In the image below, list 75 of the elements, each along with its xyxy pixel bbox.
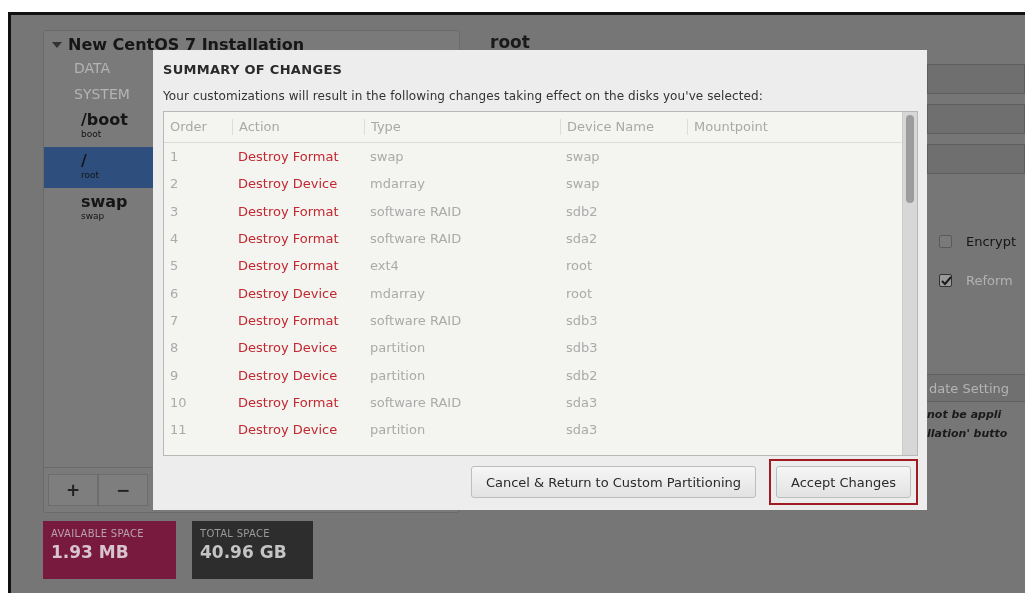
table-cell-text: Destroy Device (237, 285, 339, 301)
table-cell-text: software RAID (369, 312, 463, 328)
toolbar-button[interactable]: + (48, 474, 98, 506)
table-cell-text: Destroy Format (237, 231, 340, 247)
table-cell-text: swap (565, 149, 601, 165)
table-cell-text: software RAID (369, 203, 463, 219)
note-text: not be appli (927, 408, 1003, 421)
update-settings-button[interactable]: date Setting (927, 374, 1025, 402)
table-cell-text: software RAID (369, 394, 463, 410)
column-header[interactable]: Action (232, 119, 364, 135)
table-cell-text: 2 (169, 176, 180, 192)
table-cell-text: root (565, 285, 594, 301)
group-label: DATA (74, 60, 111, 76)
table-cell-text: swap (565, 176, 601, 192)
input-field[interactable] (927, 144, 1025, 174)
column-header[interactable]: Order (164, 119, 232, 135)
table-cell-text: 5 (169, 258, 180, 274)
table-cell-text: mdarray (369, 285, 426, 301)
table-cell-text: Destroy Format (237, 149, 340, 165)
table-cell-text: 3 (169, 203, 180, 219)
table-cell-text: 6 (169, 285, 180, 301)
space-label: TOTAL SPACE (200, 528, 271, 539)
table-cell-text: Destroy Device (237, 422, 339, 438)
column-header[interactable]: Device Name (560, 119, 687, 135)
table-cell-text: Destroy Device (237, 367, 339, 383)
table-cell-text: sdb3 (565, 340, 599, 356)
column-header[interactable]: Type (364, 119, 560, 135)
table-cell-text: ext4 (369, 258, 400, 274)
table-cell-text: partition (369, 340, 427, 356)
table-cell-text: 10 (169, 394, 188, 410)
toolbar-button[interactable]: − (98, 474, 148, 506)
table-cell-text: 4 (169, 231, 180, 247)
table-cell-text: Destroy Device (237, 340, 339, 356)
table-cell-text: Destroy Device (237, 176, 339, 192)
note-text: llation' butto (927, 427, 1009, 440)
tree-title[interactable]: New CentOS 7 Installation (68, 35, 305, 54)
table-cell-text: software RAID (369, 231, 463, 247)
space-value: 40.96 GB (200, 542, 288, 562)
dialog-description: Your customizations will result in the following changes taking effect on the disks you've selected: (163, 89, 764, 103)
table-cell-text: sda3 (565, 394, 599, 410)
dialog-button[interactable]: Accept Changes (776, 466, 911, 498)
table-cell-text: sdb2 (565, 203, 599, 219)
table-cell-text: root (565, 258, 594, 274)
space-label: AVAILABLE SPACE (51, 528, 145, 539)
dialog-button[interactable]: Cancel & Return to Custom Partitioning (470, 466, 756, 498)
table-cell-text: Destroy Format (237, 394, 340, 410)
table-cell-text: 8 (169, 340, 180, 356)
table-cell-text: sda3 (565, 422, 599, 438)
dialog-title: SUMMARY OF CHANGES (163, 62, 344, 77)
table-cell-text: sdb3 (565, 312, 599, 328)
checkbox[interactable] (939, 274, 952, 287)
expander-icon[interactable] (52, 41, 62, 48)
scrollbar[interactable] (902, 112, 917, 455)
group-label: SYSTEM (74, 86, 130, 102)
partition-heading: root (490, 32, 531, 52)
table-cell-text: 9 (169, 367, 180, 383)
input-field[interactable] (927, 64, 1025, 94)
table-cell-text: 1 (169, 149, 180, 165)
table-cell-text: sdb2 (565, 367, 599, 383)
table-cell-text: Destroy Format (237, 312, 340, 328)
table-cell-text: Destroy Format (237, 258, 340, 274)
scrollbar-thumb[interactable] (906, 115, 914, 203)
table-cell-text: swap (369, 149, 405, 165)
space-value: 1.93 MB (51, 542, 130, 562)
table-cell-text: 7 (169, 312, 180, 328)
table-cell-text: partition (369, 367, 427, 383)
table-cell-text: Destroy Format (237, 203, 340, 219)
input-field[interactable] (927, 104, 1025, 134)
table-cell-text: partition (369, 422, 427, 438)
checkbox-label: Encrypt (966, 234, 1016, 249)
table-cell-text: mdarray (369, 176, 426, 192)
table-cell-text: sda2 (565, 231, 599, 247)
checkbox[interactable] (939, 235, 952, 248)
table-cell-text: 11 (169, 422, 188, 438)
checkbox-label: Reform (966, 273, 1013, 288)
